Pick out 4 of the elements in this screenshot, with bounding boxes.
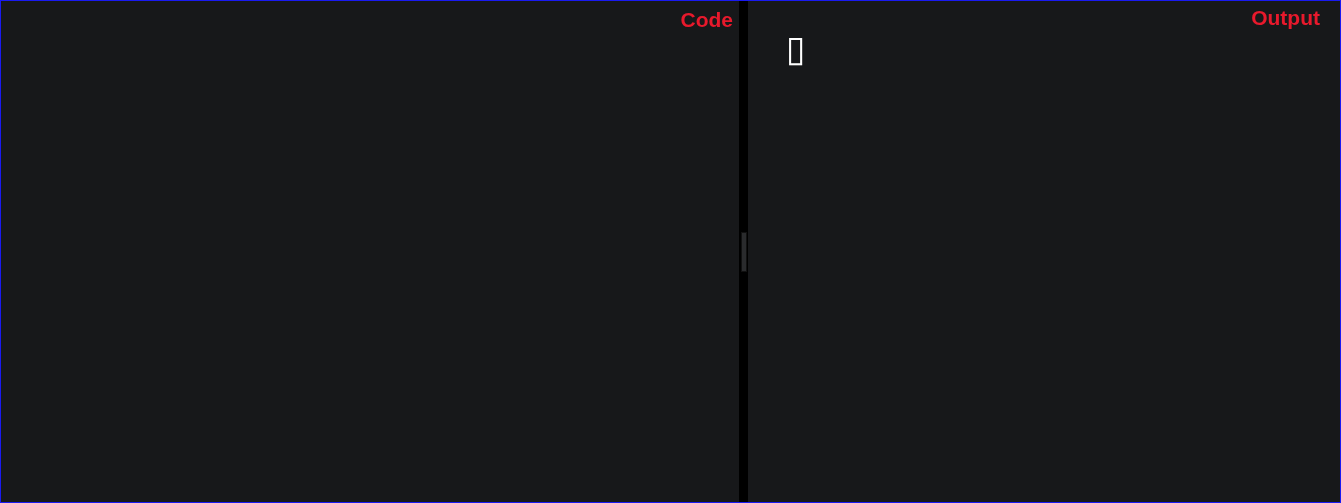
resize-handle[interactable] [740,231,747,272]
output-text: ▯ [786,31,806,67]
pane-label: Code [680,9,733,30]
pane-label: Output [1251,7,1320,28]
